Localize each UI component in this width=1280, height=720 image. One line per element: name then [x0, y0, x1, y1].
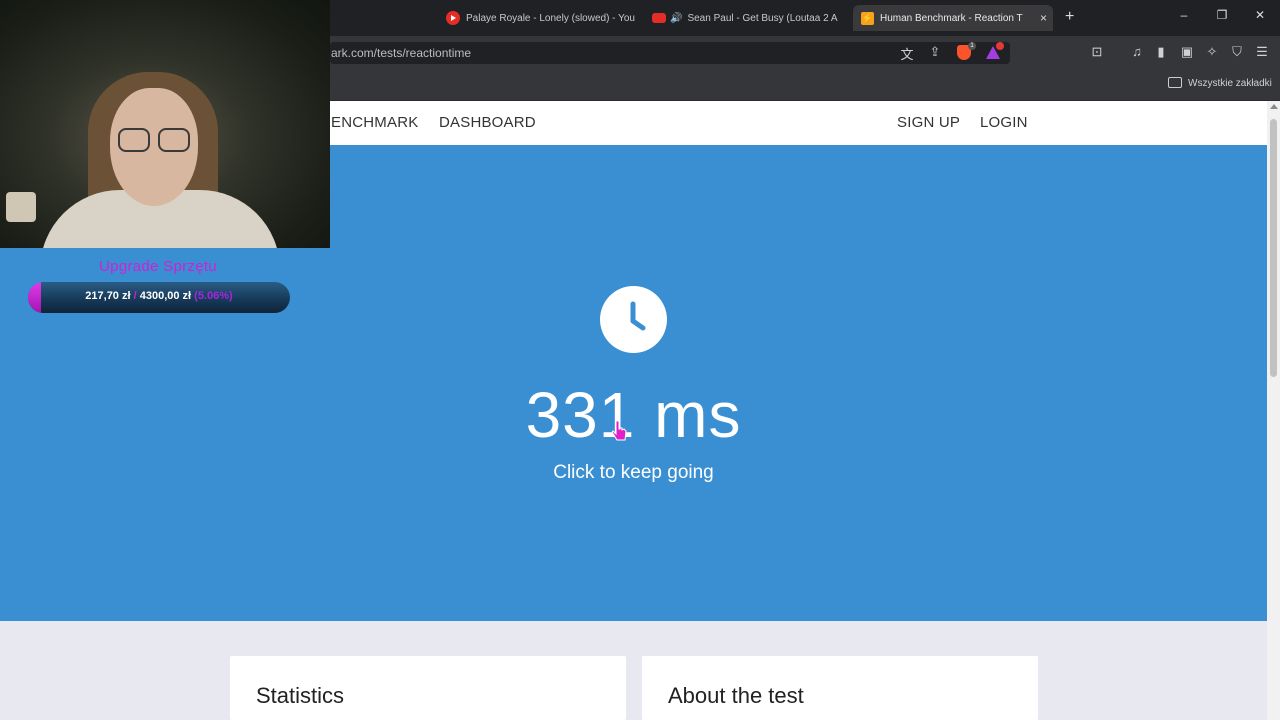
- clock-icon: [600, 286, 667, 353]
- new-tab-button[interactable]: +: [1065, 8, 1074, 26]
- goal-percent: (5.06%): [194, 290, 233, 302]
- tab-sean-paul[interactable]: 🔊 Sean Paul - Get Busy (Loutaa 2 A: [652, 5, 848, 31]
- about-heading: About the test: [668, 683, 804, 708]
- webcam-overlay: [0, 0, 330, 248]
- goal-current: 217,70 zł: [85, 290, 131, 302]
- brave-badge: 1: [968, 42, 976, 50]
- url-text[interactable]: ark.com/tests/reactiontime: [331, 46, 471, 60]
- webcam-glasses-left: [118, 128, 150, 152]
- webcam-lamp: [6, 192, 36, 222]
- tab-human-benchmark[interactable]: ⚡ Human Benchmark - Reaction T ×: [853, 5, 1053, 31]
- brand-link[interactable]: ENCHMARK: [331, 114, 418, 131]
- rewards-badge: [996, 42, 1004, 50]
- login-link[interactable]: LOGIN: [980, 114, 1028, 131]
- statistics-card: Statistics: [230, 656, 626, 720]
- mouse-cursor-icon: [611, 420, 628, 447]
- minimize-button[interactable]: –: [1176, 8, 1192, 22]
- page-scrollbar[interactable]: [1267, 101, 1280, 720]
- scroll-up-icon[interactable]: [1270, 104, 1278, 109]
- statistics-heading: Statistics: [256, 683, 345, 708]
- youtube-icon: [446, 11, 460, 25]
- donation-goal-text: 217,70 zł / 4300,00 zł (5.06%): [28, 290, 290, 302]
- share-icon[interactable]: ⇪: [926, 44, 944, 60]
- signup-link[interactable]: SIGN UP: [897, 114, 960, 131]
- media-icon[interactable]: ♫: [1128, 44, 1146, 59]
- speaker-icon[interactable]: 🔊: [670, 13, 682, 24]
- webcam-glasses-right: [158, 128, 190, 152]
- screenshot-icon[interactable]: ⊡: [1088, 44, 1106, 60]
- scroll-thumb[interactable]: [1270, 119, 1277, 377]
- dashboard-link[interactable]: DASHBOARD: [439, 114, 536, 131]
- donation-goal-title: Upgrade Sprzętu: [99, 258, 217, 275]
- tab-title: Palaye Royale - Lonely (slowed) - You: [466, 12, 635, 24]
- folder-icon: [1168, 77, 1182, 88]
- tab-palaye-royale[interactable]: Palaye Royale - Lonely (slowed) - You: [446, 5, 642, 31]
- vpn-icon[interactable]: ⛉: [1228, 44, 1246, 60]
- donation-goal-bar: 217,70 zł / 4300,00 zł (5.06%): [28, 282, 290, 313]
- wallet-icon[interactable]: ▣: [1178, 44, 1196, 60]
- reaction-time-result: 331 ms: [525, 379, 742, 451]
- goal-separator: /: [133, 290, 137, 302]
- leo-ai-icon[interactable]: ✧: [1203, 44, 1221, 60]
- info-section: [0, 621, 1267, 720]
- all-bookmarks-button[interactable]: Wszystkie zakładki: [1188, 78, 1272, 89]
- close-tab-icon[interactable]: ×: [1040, 11, 1047, 25]
- maximize-button[interactable]: ❐: [1214, 8, 1230, 22]
- tab-title: Sean Paul - Get Busy (Loutaa 2 A: [687, 12, 838, 24]
- keep-going-prompt: Click to keep going: [553, 462, 714, 483]
- about-card: About the test: [642, 656, 1038, 720]
- humanbenchmark-icon: ⚡: [861, 11, 874, 25]
- youtube-icon: [652, 13, 666, 23]
- goal-target: 4300,00 zł: [139, 290, 192, 302]
- sidebar-icon[interactable]: ▮: [1152, 44, 1170, 60]
- close-window-button[interactable]: ✕: [1252, 8, 1268, 22]
- translate-icon[interactable]: 文: [898, 44, 916, 63]
- tab-title: Human Benchmark - Reaction T: [880, 12, 1023, 24]
- menu-icon[interactable]: ☰: [1253, 44, 1271, 60]
